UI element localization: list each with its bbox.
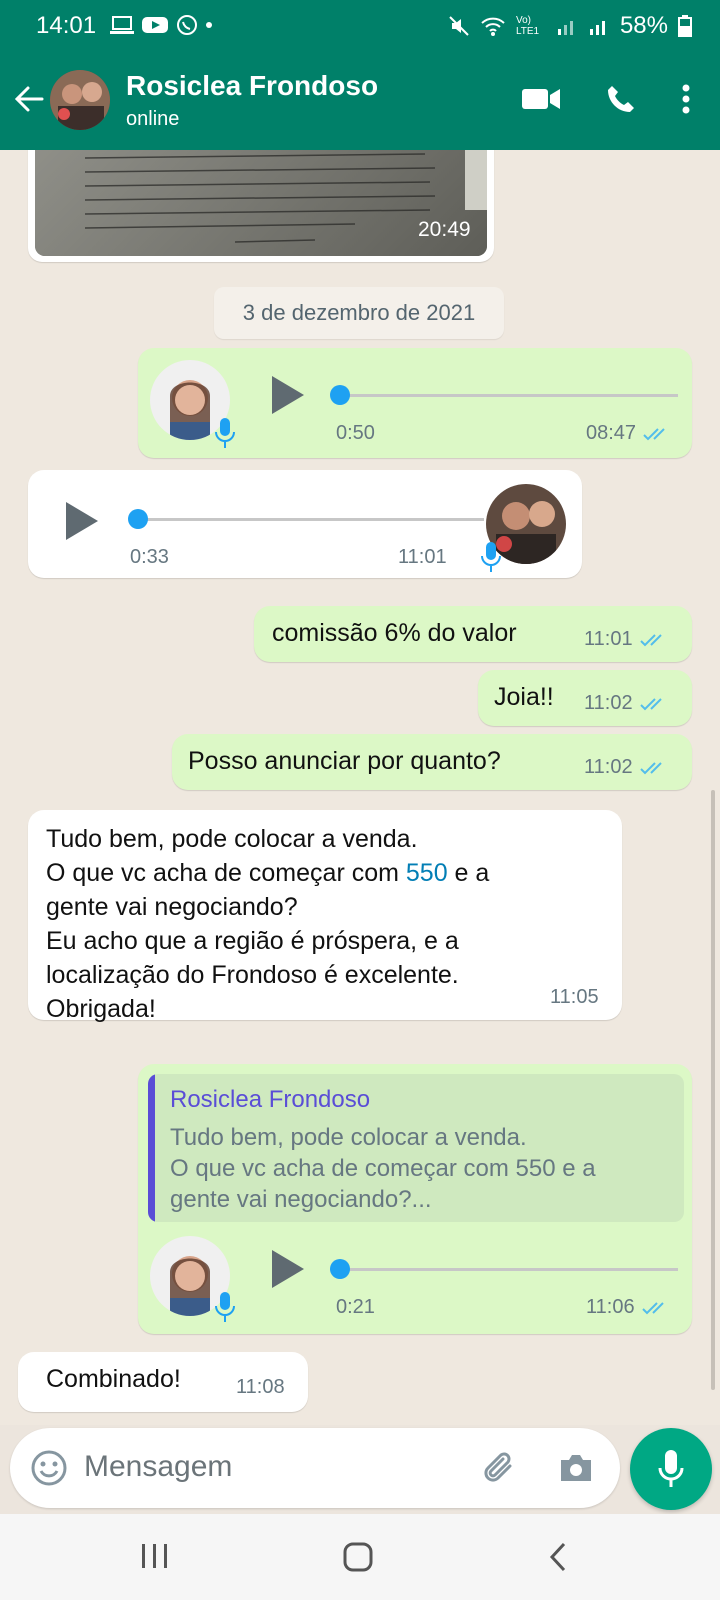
header-actions: [522, 84, 690, 114]
quoted-text: Tudo bem, pode colocar a venda. O que vc…: [170, 1124, 596, 1213]
audio-progress-thumb[interactable]: [330, 1259, 350, 1279]
microphone-icon: [658, 1450, 684, 1487]
text-message-outgoing[interactable]: Posso anunciar por quanto? 11:02: [172, 734, 692, 790]
read-ticks-icon: [641, 1302, 664, 1315]
emoji-icon[interactable]: [30, 1449, 68, 1487]
message-time: 11:06: [586, 1296, 671, 1319]
more-vert-icon[interactable]: [682, 84, 690, 114]
read-ticks-icon: [639, 698, 662, 711]
read-ticks-icon: [639, 634, 662, 647]
quoted-message[interactable]: Rosiclea Frondoso Tudo bem, pode colocar…: [148, 1074, 684, 1222]
message-text: Posso anunciar por quanto?: [188, 747, 501, 775]
message-time: 11:08: [236, 1376, 285, 1398]
recent-apps-icon[interactable]: [140, 1542, 170, 1570]
date-separator: 3 de dezembro de 2021: [214, 287, 504, 339]
whatsapp-icon: [177, 15, 197, 35]
voice-duration: 0:33: [130, 546, 169, 568]
message-time: 11:02: [584, 692, 669, 715]
audio-progress-track[interactable]: [338, 394, 678, 397]
play-button[interactable]: [272, 1250, 304, 1288]
youtube-icon: [142, 17, 168, 33]
audio-progress-track[interactable]: [338, 1268, 678, 1271]
voice-duration: 0:21: [336, 1296, 375, 1318]
image-message[interactable]: 20:49: [28, 150, 494, 262]
text-message-incoming[interactable]: Tudo bem, pode colocar a venda. O que vc…: [28, 810, 622, 1023]
voice-message-incoming[interactable]: 0:33 11:01: [28, 470, 582, 578]
voice-record-button[interactable]: [630, 1428, 712, 1510]
laptop-icon: [110, 16, 134, 34]
home-icon[interactable]: [343, 1542, 373, 1572]
text-message-outgoing[interactable]: Joia!! 11:02: [478, 670, 692, 726]
contact-name[interactable]: Rosiclea Frondoso: [126, 70, 378, 102]
network-label: Vo) LTE1: [515, 15, 540, 37]
audio-progress-track[interactable]: [136, 518, 484, 521]
status-bar: 14:01 Vo) LTE1 58%: [0, 0, 720, 54]
message-time: 11:02: [584, 756, 669, 779]
back-nav-icon[interactable]: [548, 1542, 568, 1572]
message-text: Tudo bem, pode colocar a venda. O que vc…: [46, 825, 490, 1023]
text-message-outgoing[interactable]: comissão 6% do valor 11:01: [254, 606, 692, 662]
mic-badge-icon: [215, 1292, 235, 1322]
attach-icon[interactable]: [482, 1450, 518, 1486]
message-text: Joia!!: [494, 683, 554, 711]
status-time: 14:01: [36, 12, 97, 39]
mic-badge-icon: [215, 418, 235, 448]
camera-icon[interactable]: [558, 1452, 594, 1484]
message-text: comissão 6% do valor: [272, 619, 517, 647]
system-nav-bar: [0, 1514, 720, 1600]
contact-avatar[interactable]: [50, 70, 110, 130]
battery-icon: [678, 15, 692, 37]
read-ticks-icon: [643, 428, 665, 441]
dot-icon: [206, 22, 212, 28]
image-timestamp: 20:49: [418, 218, 471, 241]
signal-icon: [557, 21, 573, 35]
phone-number-link[interactable]: 550: [406, 859, 448, 887]
phone-call-icon[interactable]: [606, 84, 636, 114]
message-time: 11:01: [398, 546, 447, 568]
status-right: Vo) LTE1 58%: [448, 12, 692, 40]
chat-header: Rosiclea Frondoso online: [0, 54, 720, 150]
chat-area[interactable]: 20:49 3 de dezembro de 2021 0:50 08:47 0…: [0, 150, 720, 1425]
wifi-icon: [481, 17, 505, 36]
video-call-icon[interactable]: [522, 86, 560, 112]
voice-message-outgoing[interactable]: 0:50 08:47: [138, 348, 692, 458]
scrollbar[interactable]: [711, 790, 715, 1390]
message-time: 11:01: [584, 628, 669, 651]
text-message-incoming[interactable]: Combinado! 11:08: [18, 1352, 308, 1412]
play-button[interactable]: [272, 376, 304, 414]
play-button[interactable]: [66, 502, 98, 540]
signal-2-icon: [589, 21, 605, 35]
quoted-sender: Rosiclea Frondoso: [170, 1086, 371, 1113]
mic-badge-icon: [481, 542, 501, 572]
voice-duration: 0:50: [336, 422, 375, 444]
back-arrow-icon[interactable]: [12, 82, 46, 116]
battery-percent: 58%: [619, 12, 668, 39]
voice-reply-message-outgoing[interactable]: Rosiclea Frondoso Tudo bem, pode colocar…: [138, 1064, 692, 1334]
message-text: Combinado!: [46, 1365, 181, 1393]
read-ticks-icon: [639, 762, 662, 775]
contact-presence: online: [126, 108, 180, 130]
mute-icon: [449, 16, 469, 36]
message-time: 08:47: [586, 422, 672, 445]
audio-progress-thumb[interactable]: [128, 509, 148, 529]
message-time: 11:05: [550, 986, 599, 1008]
message-input[interactable]: Mensagem: [84, 1450, 232, 1484]
message-composer[interactable]: Mensagem: [10, 1428, 620, 1508]
audio-progress-thumb[interactable]: [330, 385, 350, 405]
notification-icons: [110, 14, 212, 36]
